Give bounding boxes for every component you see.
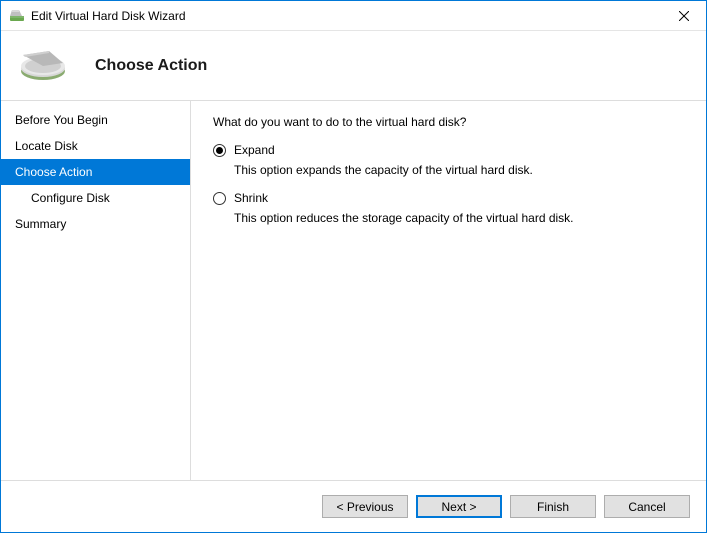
option-shrink-label: Shrink xyxy=(234,191,268,205)
step-choose-action[interactable]: Choose Action xyxy=(1,159,190,185)
action-prompt: What do you want to do to the virtual ha… xyxy=(213,115,684,129)
wizard-header: Choose Action xyxy=(1,31,706,101)
close-button[interactable] xyxy=(661,1,706,31)
option-expand[interactable]: Expand xyxy=(213,143,684,157)
app-icon xyxy=(9,8,25,24)
option-shrink[interactable]: Shrink xyxy=(213,191,684,205)
finish-button[interactable]: Finish xyxy=(510,495,596,518)
wizard-steps-sidebar: Before You Begin Locate Disk Choose Acti… xyxy=(1,101,191,480)
previous-button[interactable]: < Previous xyxy=(322,495,408,518)
next-button[interactable]: Next > xyxy=(416,495,502,518)
option-expand-label: Expand xyxy=(234,143,275,157)
cancel-button[interactable]: Cancel xyxy=(604,495,690,518)
step-locate-disk[interactable]: Locate Disk xyxy=(1,133,190,159)
titlebar: Edit Virtual Hard Disk Wizard xyxy=(1,1,706,31)
wizard-footer: < Previous Next > Finish Cancel xyxy=(1,480,706,532)
radio-expand[interactable] xyxy=(213,144,226,157)
main-panel: What do you want to do to the virtual ha… xyxy=(191,101,706,480)
option-shrink-desc: This option reduces the storage capacity… xyxy=(234,211,684,225)
option-expand-desc: This option expands the capacity of the … xyxy=(234,163,684,177)
step-before-you-begin[interactable]: Before You Begin xyxy=(1,107,190,133)
content-area: Before You Begin Locate Disk Choose Acti… xyxy=(1,101,706,480)
page-heading: Choose Action xyxy=(95,57,207,75)
radio-shrink[interactable] xyxy=(213,192,226,205)
step-summary[interactable]: Summary xyxy=(1,211,190,237)
step-configure-disk[interactable]: Configure Disk xyxy=(1,185,190,211)
disk-icon xyxy=(19,49,67,83)
window-title: Edit Virtual Hard Disk Wizard xyxy=(31,9,186,23)
